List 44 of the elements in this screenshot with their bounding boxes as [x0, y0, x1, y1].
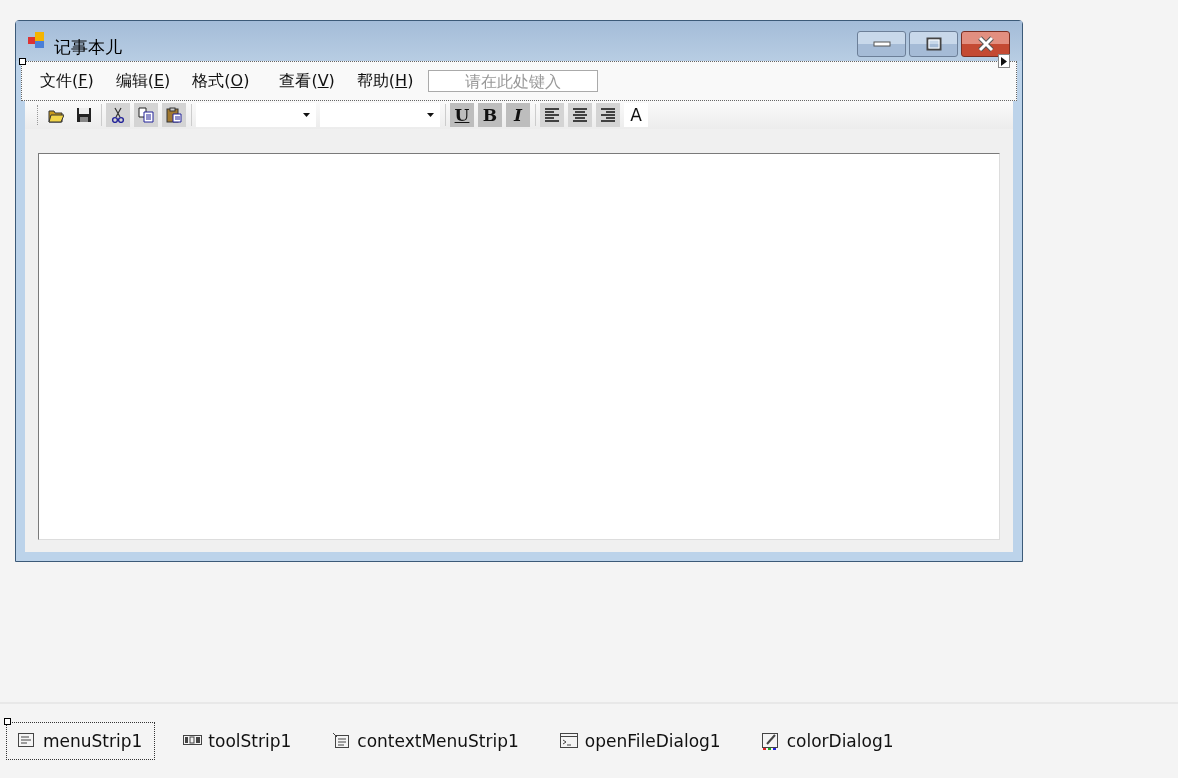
maximize-button[interactable]: [909, 31, 958, 57]
type-here-field[interactable]: 请在此处键入: [428, 70, 599, 92]
app-icon: [28, 32, 46, 50]
align-left-icon: [544, 107, 560, 123]
component-item[interactable]: contextMenuStrip1: [320, 722, 532, 760]
minimize-icon: [872, 41, 891, 47]
component-icon: [331, 731, 352, 751]
menu-item[interactable]: 帮助(H): [349, 68, 421, 94]
component-icon: [760, 731, 781, 751]
align-left-button[interactable]: [540, 103, 564, 127]
component-icon: [558, 731, 579, 751]
selection-handle[interactable]: [4, 718, 11, 725]
smart-tag-button[interactable]: [998, 54, 1010, 68]
dropdown-arrow-icon: [427, 113, 434, 117]
align-right-icon: [600, 107, 616, 123]
menu-item[interactable]: 文件(F): [33, 68, 101, 94]
window-title: 记事本儿: [54, 35, 122, 59]
cut-button[interactable]: [106, 103, 130, 127]
copy-button[interactable]: [134, 103, 158, 127]
copy-icon: [138, 107, 154, 123]
dropdown-arrow-icon: [303, 113, 310, 117]
maximize-icon: [925, 37, 942, 51]
menu-item[interactable]: 查看(V): [272, 68, 342, 94]
minimize-button[interactable]: [857, 31, 906, 57]
menu-item[interactable]: 格式(O): [185, 68, 257, 94]
selection-handle[interactable]: [19, 58, 26, 65]
component-item[interactable]: toolStrip1: [171, 722, 305, 760]
play-icon: [1001, 56, 1007, 66]
italic-button[interactable]: I: [506, 103, 530, 127]
close-icon: [976, 36, 995, 52]
close-button[interactable]: [961, 31, 1010, 57]
folder-icon: [48, 107, 64, 123]
align-center-icon: [572, 107, 588, 123]
component-item[interactable]: openFileDialog1: [547, 722, 734, 760]
font-button[interactable]: A: [624, 103, 648, 127]
bold-button[interactable]: B: [478, 103, 502, 127]
paste-button[interactable]: [162, 103, 186, 127]
menu-item[interactable]: 编辑(E): [108, 68, 178, 94]
align-center-button[interactable]: [568, 103, 592, 127]
clipboard-icon: [166, 107, 182, 123]
scissors-icon: [110, 107, 126, 123]
component-item[interactable]: colorDialog1: [749, 722, 907, 760]
align-right-button[interactable]: [596, 103, 620, 127]
underline-button[interactable]: U: [450, 103, 474, 127]
